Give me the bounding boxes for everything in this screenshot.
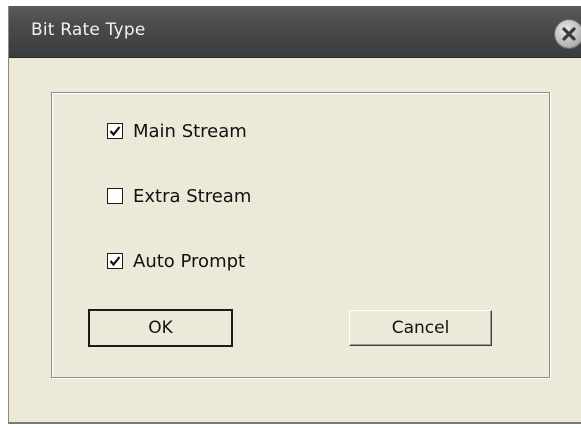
close-button[interactable] [555, 20, 581, 48]
auto-prompt-checkbox[interactable]: Auto Prompt [107, 250, 245, 272]
close-icon [562, 27, 576, 41]
main-stream-check-box[interactable] [107, 123, 123, 139]
checkmark-icon [109, 126, 121, 137]
ok-button[interactable]: OK [88, 309, 233, 347]
main-stream-checkbox[interactable]: Main Stream [107, 120, 247, 142]
auto-prompt-label: Auto Prompt [133, 250, 246, 272]
dialog-title: Bit Rate Type [31, 20, 146, 40]
checkmark-icon [109, 256, 121, 267]
auto-prompt-check-box[interactable] [107, 253, 123, 269]
extra-stream-checkbox[interactable]: Extra Stream [107, 185, 251, 207]
cancel-button[interactable]: Cancel [349, 310, 492, 346]
extra-stream-label: Extra Stream [133, 185, 252, 207]
extra-stream-check-box[interactable] [107, 188, 123, 204]
title-bar[interactable]: Bit Rate Type [9, 6, 581, 58]
main-stream-label: Main Stream [133, 120, 247, 142]
bit-rate-type-dialog: Bit Rate Type Main Stream Extra Stream A… [8, 6, 581, 424]
